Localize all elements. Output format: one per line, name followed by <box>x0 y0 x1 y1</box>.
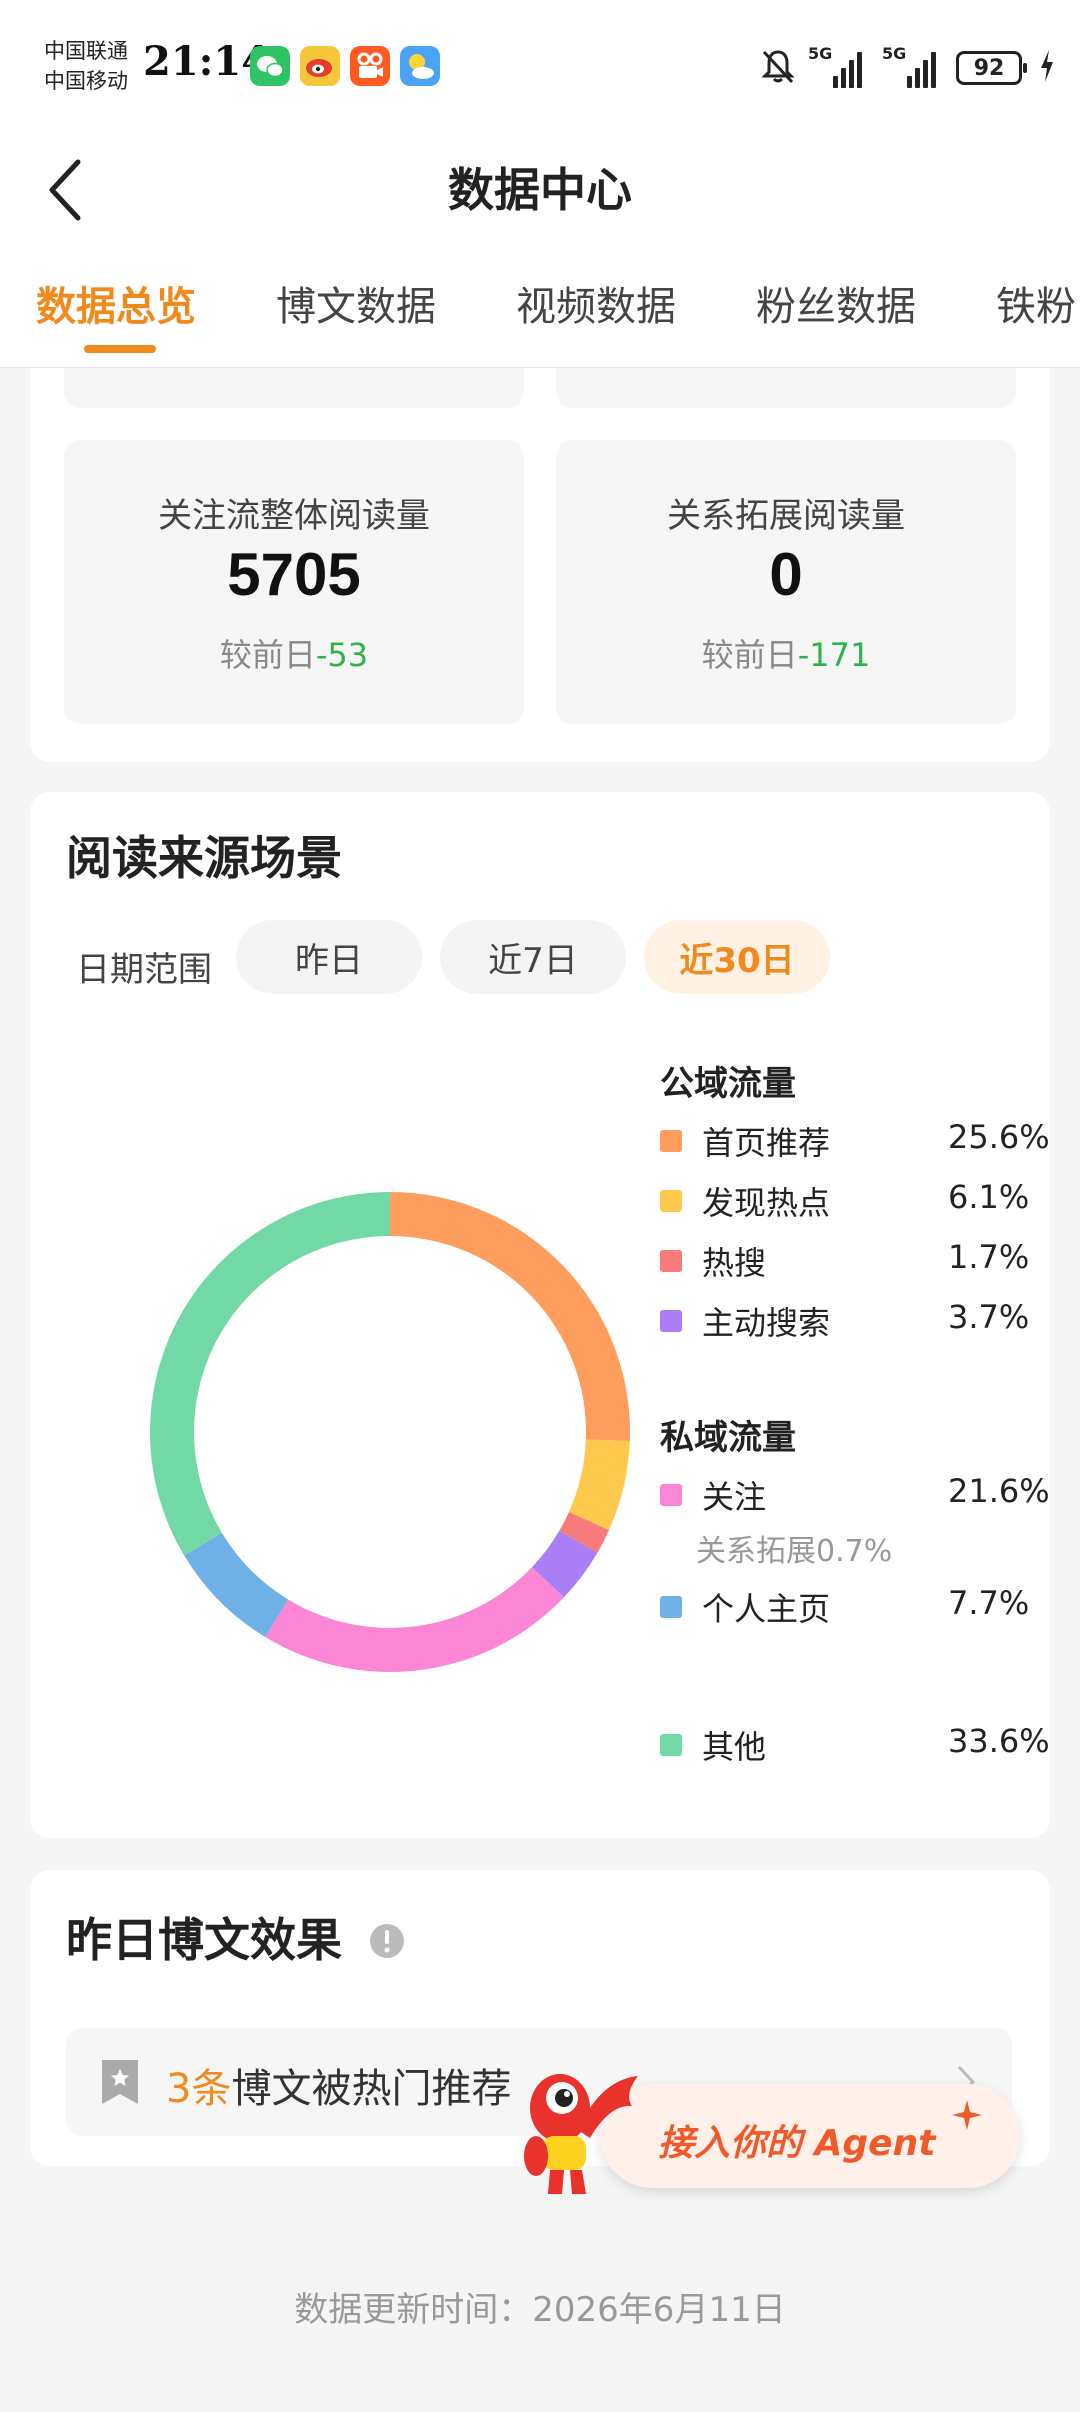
nav-bar: 数据中心 <box>0 130 1080 250</box>
stat-follow-flow[interactable]: 关注流整体阅读量 5705 较前日-53 <box>64 440 524 724</box>
agent-floating-button[interactable]: 接入你的 Agent <box>520 2060 1040 2200</box>
legend-row-profile: 个人主页 7.7% <box>660 1584 1060 1630</box>
legend-swatch <box>660 1190 682 1212</box>
date-range-label: 日期范围 <box>76 950 212 990</box>
tab-bar: 数据总览 博文数据 视频数据 粉丝数据 铁粉 <box>0 262 1080 366</box>
bookmark-star-icon <box>98 2058 142 2110</box>
wechat-icon <box>250 46 290 86</box>
stat-value: 5705 <box>227 541 361 608</box>
legend-swatch <box>660 1310 682 1332</box>
status-bar: 中国联通 中国移动 21:14 5G 5G 92 <box>0 0 1080 130</box>
donut-chart <box>149 1192 630 1672</box>
stat-value: 0 <box>769 541 803 608</box>
stat-box-cutoff-left <box>64 368 524 408</box>
lobster-mascot-icon <box>520 2060 670 2204</box>
agent-label: 接入你的 Agent <box>658 2123 936 2164</box>
top-area: 中国联通 中国移动 21:14 5G 5G 92 数据中心 数据总览 博文数据 … <box>0 0 1080 368</box>
legend-row-follow: 关注 21.6% <box>660 1472 1060 1518</box>
tab-video-data[interactable]: 视频数据 <box>516 274 676 332</box>
stat-box-cutoff-right <box>556 368 1016 408</box>
legend-swatch <box>660 1484 682 1506</box>
legend-row-active-search: 主动搜索 3.7% <box>660 1298 1060 1344</box>
stat-label: 关系拓展阅读量 <box>667 496 905 536</box>
carrier-1: 中国联通 <box>44 39 128 63</box>
legend-follow-sub: 关系拓展0.7% <box>696 1534 893 1569</box>
read-source-card: 阅读来源场景 日期范围 昨日 近7日 近30日 公域流量 首页推荐 25.6% … <box>30 792 1050 1838</box>
legend-swatch <box>660 1250 682 1272</box>
donut-slice-6 <box>149 1192 390 1556</box>
range-7-days[interactable]: 近7日 <box>440 920 626 994</box>
range-yesterday[interactable]: 昨日 <box>236 920 422 994</box>
mute-bell-icon <box>758 46 798 90</box>
legend-swatch <box>660 1596 682 1618</box>
sparkle-icon <box>950 2098 984 2136</box>
legend-row-discover: 发现热点 6.1% <box>660 1178 1060 1224</box>
carrier-info: 中国联通 中国移动 <box>44 36 128 96</box>
tab-iron-fans[interactable]: 铁粉 <box>996 274 1076 332</box>
charging-icon <box>1038 48 1056 88</box>
stat-label: 关注流整体阅读量 <box>158 496 430 536</box>
legend-row-homepage: 首页推荐 25.6% <box>660 1118 1060 1164</box>
signal-1-icon: 5G <box>808 44 872 88</box>
legend-swatch <box>660 1130 682 1152</box>
tab-overview[interactable]: 数据总览 <box>36 274 196 332</box>
weather-icon <box>400 46 440 86</box>
stat-relation-expand[interactable]: 关系拓展阅读量 0 较前日-171 <box>556 440 1016 724</box>
data-update-time: 数据更新时间：2026年6月11日 <box>294 2290 786 2330</box>
weibo-icon <box>300 46 340 86</box>
donut-slice-0 <box>390 1192 630 1442</box>
legend-row-other: 其他 33.6% <box>660 1722 1060 1768</box>
donut-slice-5 <box>184 1532 289 1638</box>
stat-change: 较前日-53 <box>219 636 369 674</box>
section-title: 阅读来源场景 <box>66 831 342 885</box>
donut-slice-4 <box>265 1567 564 1672</box>
tab-active-indicator <box>84 345 156 353</box>
range-30-days[interactable]: 近30日 <box>644 920 830 994</box>
legend-private-title: 私域流量 <box>660 1418 796 1458</box>
signal-2-icon: 5G <box>882 44 946 88</box>
info-icon[interactable] <box>368 1917 406 1971</box>
stat-change: 较前日-171 <box>701 636 871 674</box>
page-title: 数据中心 <box>448 163 632 217</box>
status-indicators: 5G 5G 92 <box>758 40 1056 96</box>
carrier-2: 中国移动 <box>44 69 128 93</box>
kuaishou-icon <box>350 46 390 86</box>
battery-indicator: 92 <box>956 51 1027 85</box>
tab-fans-data[interactable]: 粉丝数据 <box>756 274 916 332</box>
notice-text: 3条博文被热门推荐 <box>166 2066 512 2112</box>
stats-card: 关注流整体阅读量 5705 较前日-53 关系拓展阅读量 0 较前日-171 <box>30 368 1050 762</box>
legend-swatch <box>660 1734 682 1756</box>
tab-post-data[interactable]: 博文数据 <box>276 274 436 332</box>
legend-row-hot-search: 热搜 1.7% <box>660 1238 1060 1284</box>
section-title: 昨日博文效果 <box>66 1904 406 1971</box>
legend-public-title: 公域流量 <box>660 1064 796 1104</box>
